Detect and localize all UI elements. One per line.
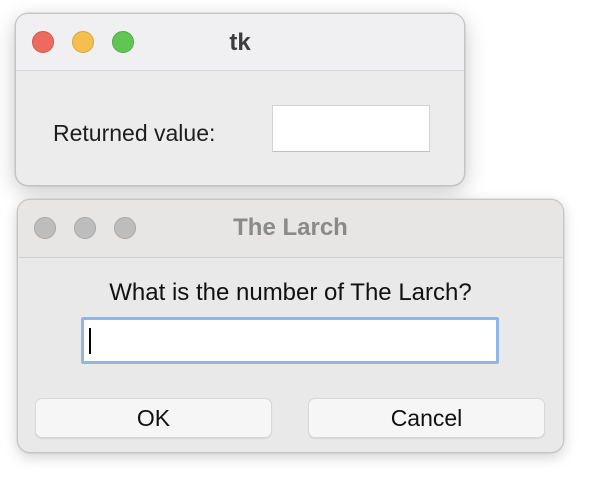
larch-number-input[interactable] xyxy=(84,320,496,361)
returned-value-label: Returned value: xyxy=(53,120,216,146)
returned-value-field[interactable] xyxy=(272,105,430,152)
cancel-button[interactable]: Cancel xyxy=(308,398,545,438)
tk-window-title: tk xyxy=(229,29,251,56)
ok-button[interactable]: OK xyxy=(35,398,272,438)
larch-dialog: The Larch What is the number of The Larc… xyxy=(17,199,564,453)
text-caret xyxy=(89,328,91,354)
dialog-input-focus-ring xyxy=(81,317,499,364)
dialog-prompt: What is the number of The Larch? xyxy=(109,279,472,306)
dialog-titlebar[interactable]: The Larch xyxy=(18,200,563,258)
tk-window: tk Returned value: xyxy=(15,13,465,186)
tk-titlebar[interactable]: tk xyxy=(16,14,464,71)
dialog-title: The Larch xyxy=(233,214,348,241)
